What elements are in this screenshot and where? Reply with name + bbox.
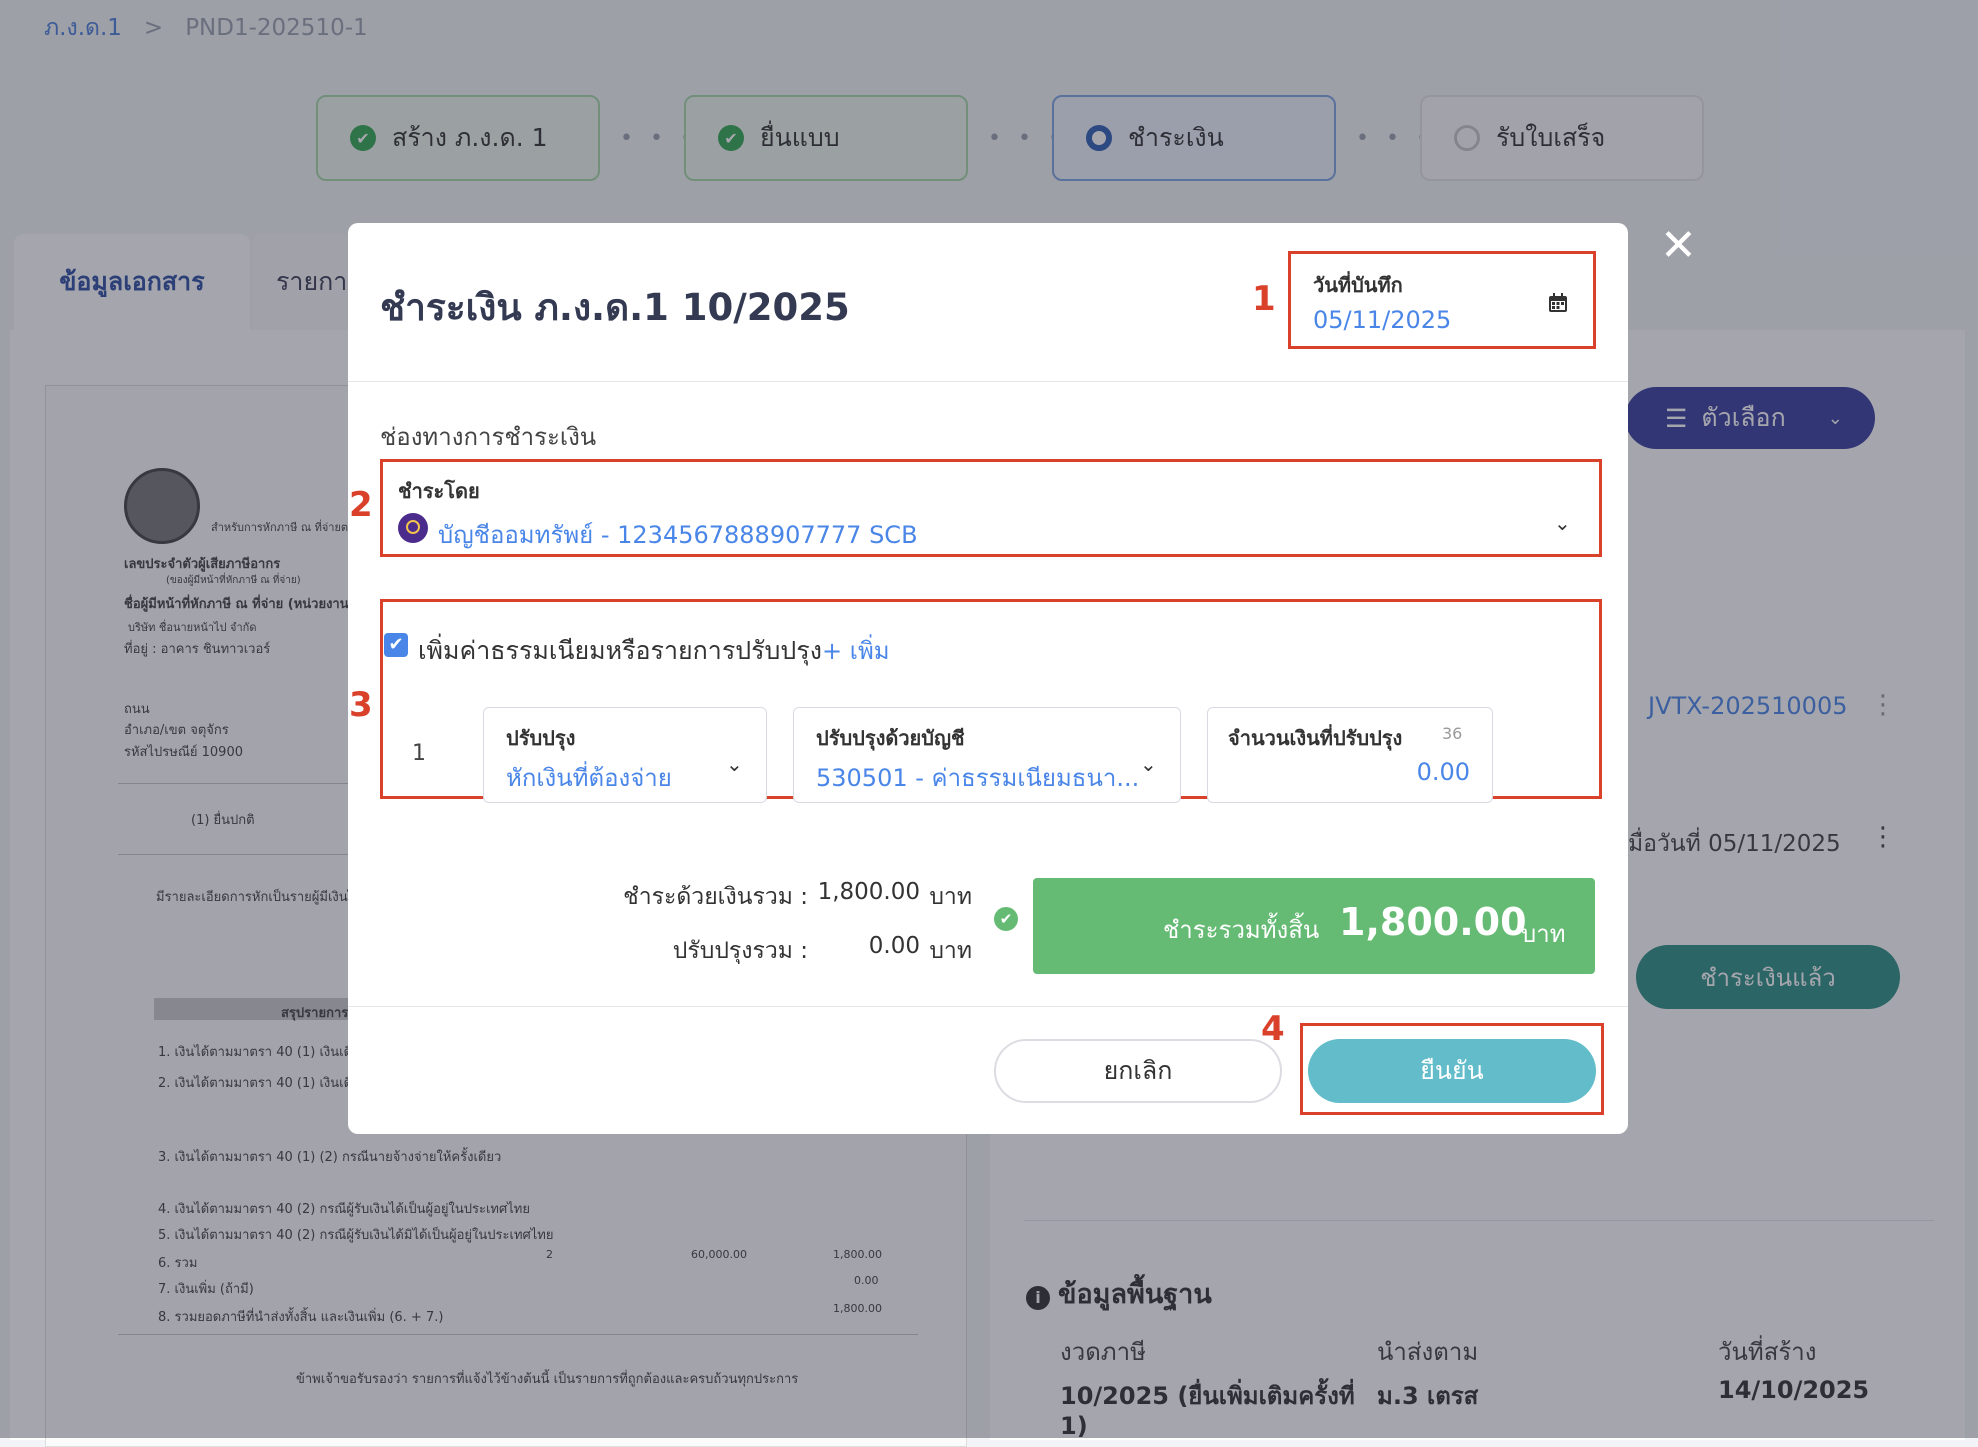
character-counter: 36 <box>1442 724 1463 743</box>
check-circle-icon: ✔ <box>994 907 1018 931</box>
adjust-account-select[interactable]: ปรับปรุงด้วยบัญชี 530501 - ค่าธรรมเนียมธ… <box>793 707 1181 803</box>
pay-by-value: บัญชีออมทรัพย์ - 1234567888907777 SCB <box>438 521 918 549</box>
close-icon[interactable]: ✕ <box>1660 220 1697 271</box>
calendar-icon[interactable] <box>1548 293 1568 317</box>
annotation-number: 1 <box>1252 279 1276 319</box>
adjust-amount-input[interactable]: จำนวนเงินที่ปรับปรุง 36 0.00 <box>1207 707 1493 803</box>
adjust-type-label: ปรับปรุง <box>506 726 576 750</box>
chevron-down-icon: ⌄ <box>1140 752 1157 776</box>
grand-total-value: 1,800.00 <box>1339 900 1527 944</box>
adjust-type-value: หักเงินที่ต้องจ่าย <box>506 764 672 792</box>
record-date-label: วันที่บันทึก <box>1313 273 1403 297</box>
adjust-checkbox-label: เพิ่มค่าธรรมเนียมหรือรายการปรับปรุง <box>418 636 822 665</box>
chevron-down-icon: ⌄ <box>1554 511 1571 535</box>
add-adjustment-link[interactable]: + เพิ่ม <box>822 631 890 670</box>
paid-total-unit: บาท <box>929 884 972 910</box>
grand-total-box: ชำระรวมทั้งสิ้น 1,800.00 บาท <box>1033 878 1595 974</box>
adjust-total-label: ปรับปรุงรวม : <box>672 938 808 964</box>
adjust-amount-value: 0.00 <box>1416 758 1470 786</box>
cancel-button[interactable]: ยกเลิก <box>994 1039 1282 1103</box>
grand-total-label: ชำระรวมทั้งสิ้น <box>1163 916 1320 944</box>
annotation-number: 3 <box>349 685 373 725</box>
adjust-checkbox[interactable]: ✔ <box>384 633 408 657</box>
record-date-input[interactable]: 05/11/2025 <box>1313 306 1451 334</box>
adjust-row-index: 1 <box>412 741 426 766</box>
bank-logo-icon <box>398 513 428 543</box>
annotation-number: 4 <box>1261 1009 1285 1049</box>
payment-channel-heading: ช่องทางการชำระเงิน <box>380 423 597 451</box>
adjust-amount-label: จำนวนเงินที่ปรับปรุง <box>1228 726 1403 750</box>
adjust-total-unit: บาท <box>929 938 972 964</box>
chevron-down-icon: ⌄ <box>726 752 743 776</box>
payment-modal: ชำระเงิน ภ.ง.ด.1 10/2025 1 วันที่บันทึก … <box>348 223 1628 1134</box>
adjust-account-label: ปรับปรุงด้วยบัญชี <box>816 726 965 750</box>
paid-total-value: 1,800.00 <box>817 879 920 905</box>
pay-by-select[interactable]: ชำระโดย บัญชีออมทรัพย์ - 123456788890777… <box>382 461 1600 555</box>
adjust-type-select[interactable]: ปรับปรุง หักเงินที่ต้องจ่าย ⌄ <box>483 707 767 803</box>
paid-total-label: ชำระด้วยเงินรวม : <box>623 884 808 910</box>
annotation-number: 2 <box>349 485 373 525</box>
pay-by-label: ชำระโดย <box>398 479 480 503</box>
adjust-account-value: 530501 - ค่าธรรมเนียมธนา... <box>816 764 1140 792</box>
confirm-button[interactable]: ยืนยัน <box>1308 1039 1596 1103</box>
grand-total-unit: บาท <box>1521 920 1566 948</box>
adjust-total-value: 0.00 <box>868 933 920 959</box>
modal-title: ชำระเงิน ภ.ง.ด.1 10/2025 <box>380 286 850 329</box>
